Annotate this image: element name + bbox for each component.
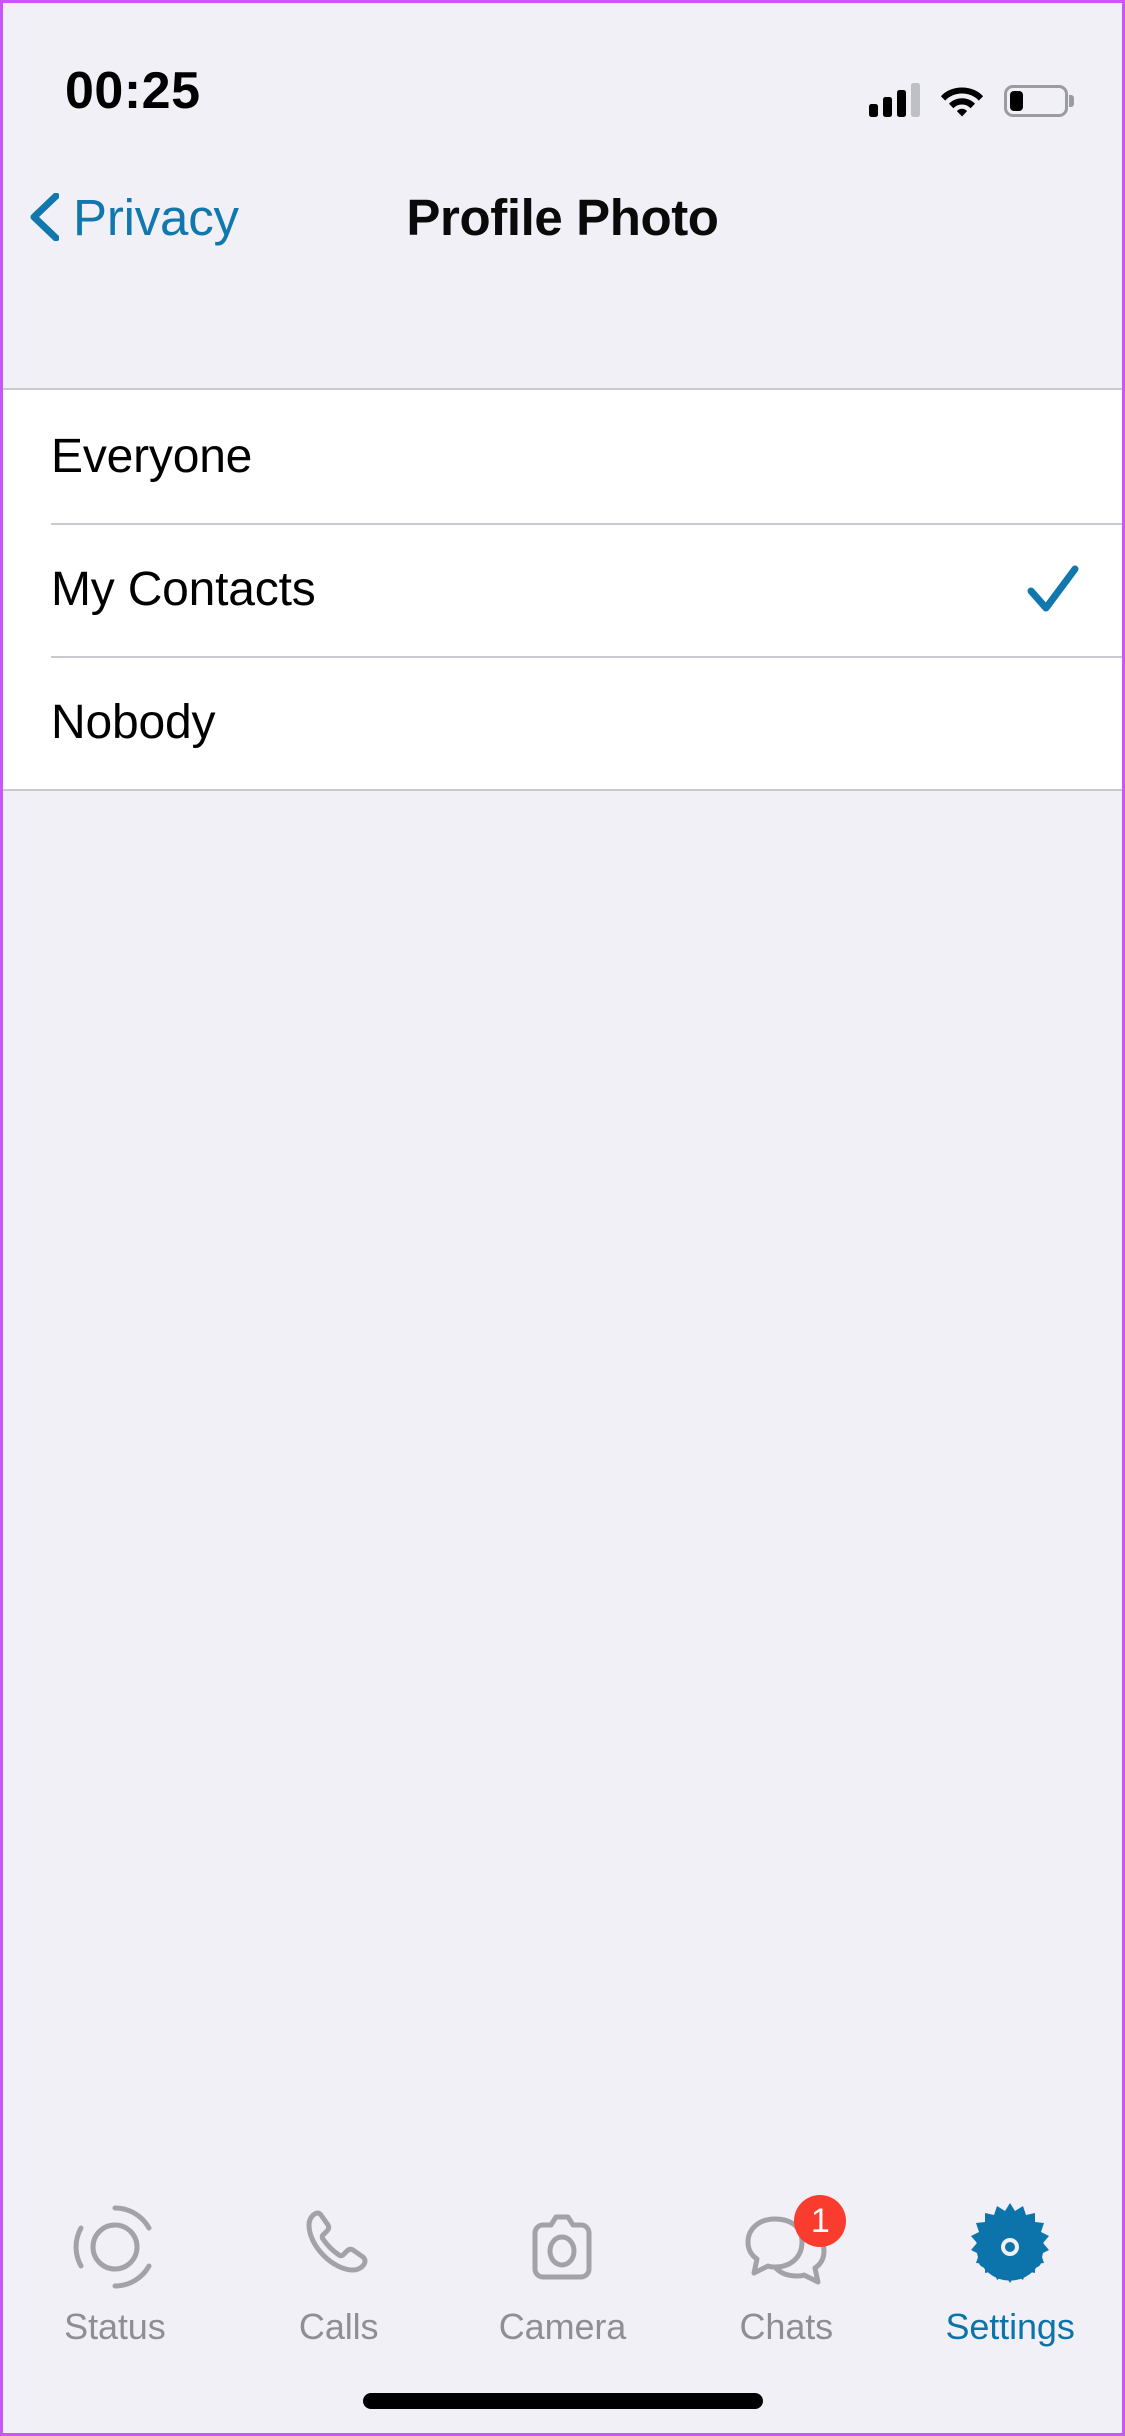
tab-icon-wrap: 1 bbox=[738, 2195, 847, 2295]
tab-calls[interactable]: Calls bbox=[227, 2199, 451, 2345]
navigation-bar: Privacy Profile Photo bbox=[3, 135, 1122, 388]
tab-icon-wrap bbox=[962, 2199, 1058, 2295]
cellular-signal-icon bbox=[869, 83, 920, 117]
phone-icon bbox=[306, 2210, 368, 2273]
tab-camera[interactable]: Camera bbox=[451, 2199, 675, 2345]
phone-screen: 00:25 Privacy Profile Photo Everyone My … bbox=[0, 0, 1125, 2436]
status-bar-time: 00:25 bbox=[65, 62, 201, 120]
tab-label: Camera bbox=[498, 2306, 627, 2347]
status-rings-icon bbox=[73, 2205, 152, 2289]
wifi-icon bbox=[940, 87, 984, 117]
tab-chats[interactable]: 1 Chats bbox=[674, 2195, 898, 2347]
checkmark-icon bbox=[1027, 565, 1079, 611]
option-row-nobody[interactable]: Nobody bbox=[3, 656, 1122, 789]
option-label: Nobody bbox=[51, 696, 216, 749]
tab-icon-wrap bbox=[514, 2199, 610, 2295]
status-bar: 00:25 bbox=[3, 3, 1122, 135]
tab-label: Status bbox=[64, 2306, 166, 2347]
tab-settings[interactable]: Settings bbox=[898, 2199, 1122, 2345]
option-row-my-contacts[interactable]: My Contacts bbox=[3, 523, 1122, 656]
option-label: Everyone bbox=[51, 430, 253, 483]
battery-icon bbox=[1004, 85, 1068, 117]
tab-label: Calls bbox=[298, 2306, 379, 2347]
camera-icon bbox=[532, 2214, 592, 2280]
option-label: My Contacts bbox=[51, 563, 316, 616]
privacy-options-list: Everyone My Contacts Nobody bbox=[3, 388, 1122, 791]
status-bar-indicators bbox=[869, 83, 1068, 117]
option-row-everyone[interactable]: Everyone bbox=[3, 390, 1122, 523]
gear-icon bbox=[971, 2203, 1050, 2283]
tab-status[interactable]: Status bbox=[3, 2199, 227, 2345]
home-indicator[interactable] bbox=[362, 2393, 763, 2409]
tab-icon-wrap bbox=[291, 2199, 387, 2295]
tab-label: Chats bbox=[739, 2306, 834, 2347]
tab-icon-wrap bbox=[67, 2199, 163, 2295]
chats-unread-badge: 1 bbox=[794, 2195, 847, 2247]
tab-label: Settings bbox=[945, 2306, 1075, 2347]
page-title: Profile Photo bbox=[406, 188, 719, 246]
